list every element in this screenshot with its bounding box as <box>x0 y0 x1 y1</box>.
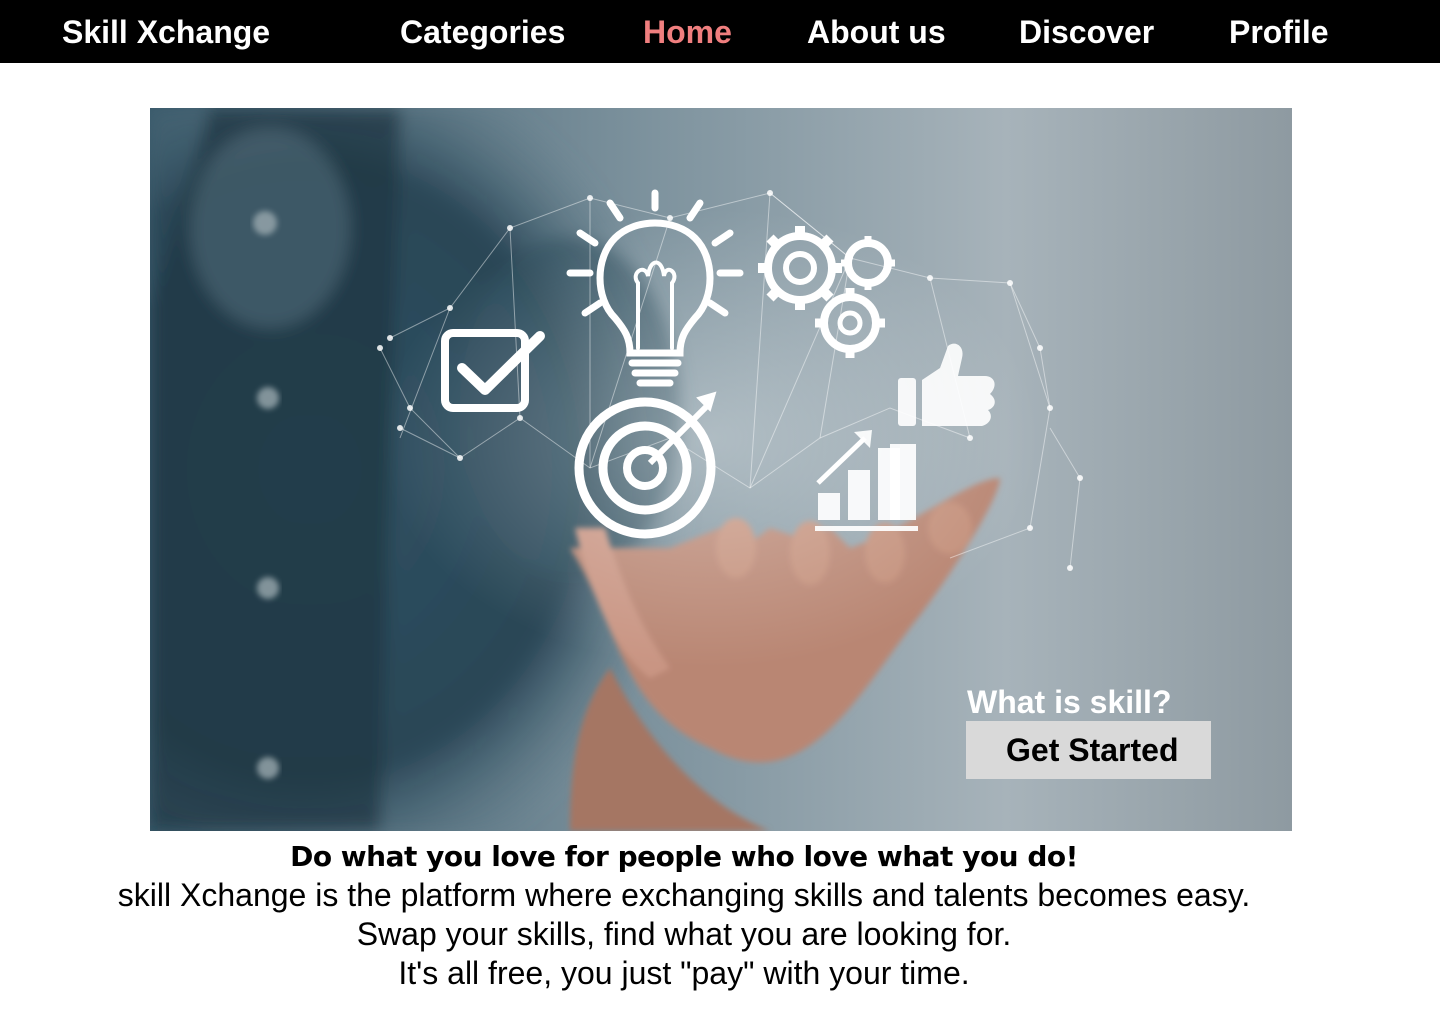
tagline-line: Swap your skills, find what you are look… <box>356 916 1012 952</box>
top-navbar: Skill Xchange Categories Home About us D… <box>0 0 1440 63</box>
tagline-line: It's all free, you just "pay" with your … <box>398 955 970 991</box>
nav-discover[interactable]: Discover <box>1019 13 1154 51</box>
tagline-headline: Do what you love for people who love wha… <box>290 840 1078 873</box>
hero-question: What is skill? <box>967 684 1172 720</box>
nav-categories[interactable]: Categories <box>400 13 565 51</box>
get-started-button[interactable]: Get Started <box>966 721 1211 779</box>
nav-home[interactable]: Home <box>643 13 732 51</box>
nav-about-us[interactable]: About us <box>807 13 946 51</box>
tagline-line: skill Xchange is the platform where exch… <box>117 877 1251 913</box>
nav-profile[interactable]: Profile <box>1229 13 1329 51</box>
brand-logo[interactable]: Skill Xchange <box>62 13 270 51</box>
hero-banner: What is skill? Get Started <box>150 108 1292 831</box>
